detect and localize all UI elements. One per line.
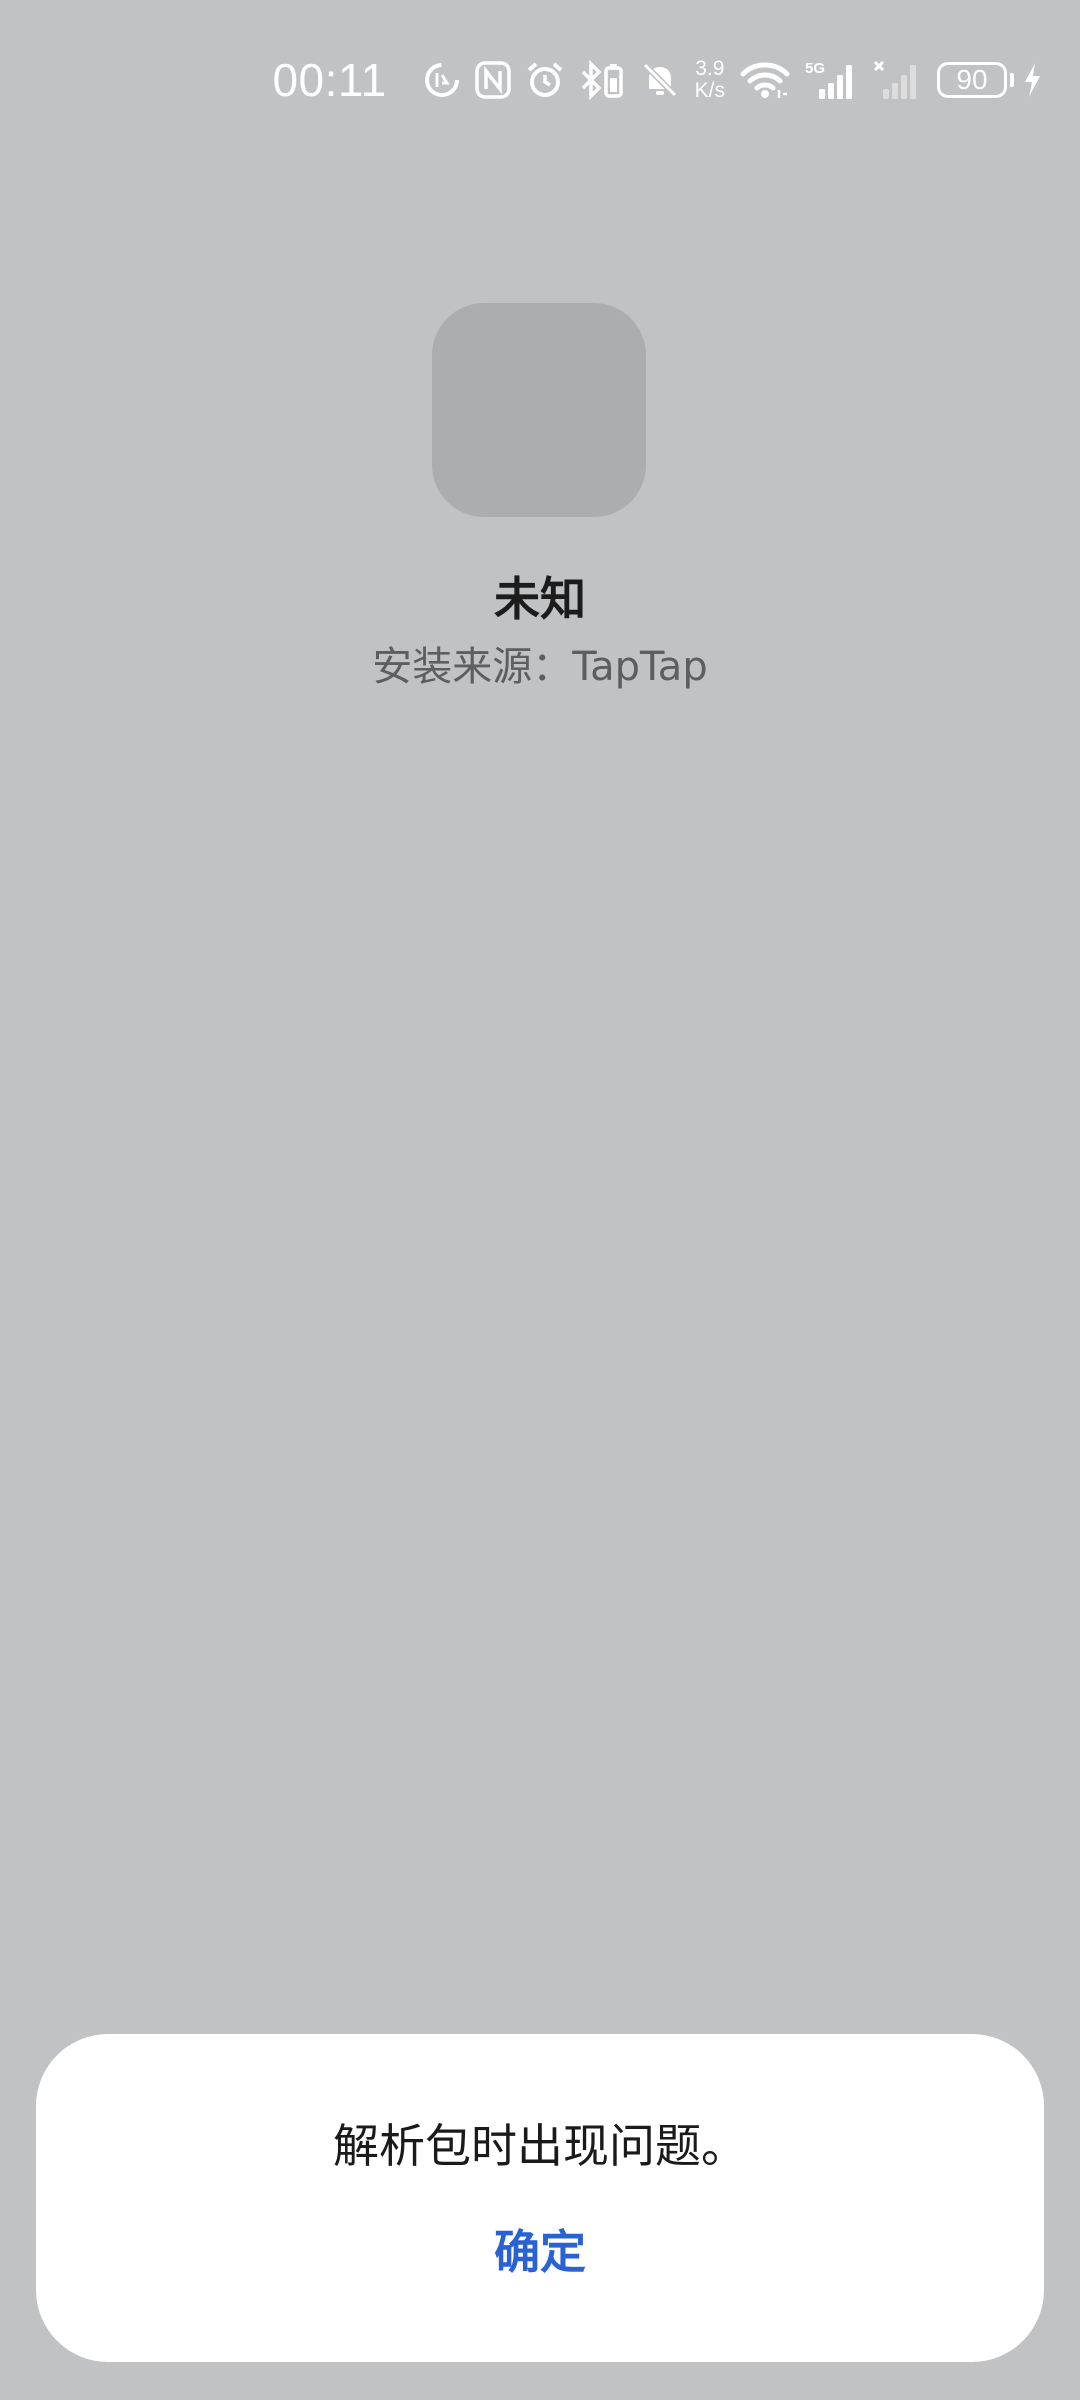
install-source: 安装来源：TapTap (372, 644, 708, 690)
status-time: 00:11 (272, 54, 387, 106)
network-type-label: 5G (805, 60, 825, 77)
net-speed-unit: K/s (694, 79, 725, 102)
battery-nub (1010, 73, 1014, 87)
net-speed: 3.9 K/s (695, 58, 725, 102)
bluetooth-battery-icon (579, 60, 627, 100)
alarm-icon (525, 60, 565, 100)
app-name: 未知 (494, 572, 586, 626)
battery-icon: 90 (937, 62, 1007, 98)
net-speed-value: 3.9 (695, 57, 725, 80)
battery-level: 90 (956, 64, 988, 95)
app-icon-placeholder (432, 303, 646, 517)
confirm-button[interactable]: 确定 (390, 2212, 690, 2292)
nfc-icon (474, 61, 511, 99)
charging-icon (1022, 61, 1042, 99)
wifi-icon (739, 60, 791, 100)
status-bar: 00:11 3.9 K/s 5G 90 (272, 48, 1042, 112)
dialog-message: 解析包时出现问题。 (333, 2119, 747, 2173)
error-dialog: 解析包时出现问题。 确定 (36, 2034, 1044, 2362)
signal-no-sim-icon (873, 59, 923, 101)
data-saver-icon (423, 61, 461, 99)
mute-icon (641, 61, 679, 99)
signal-5g-icon: 5G (805, 59, 859, 101)
